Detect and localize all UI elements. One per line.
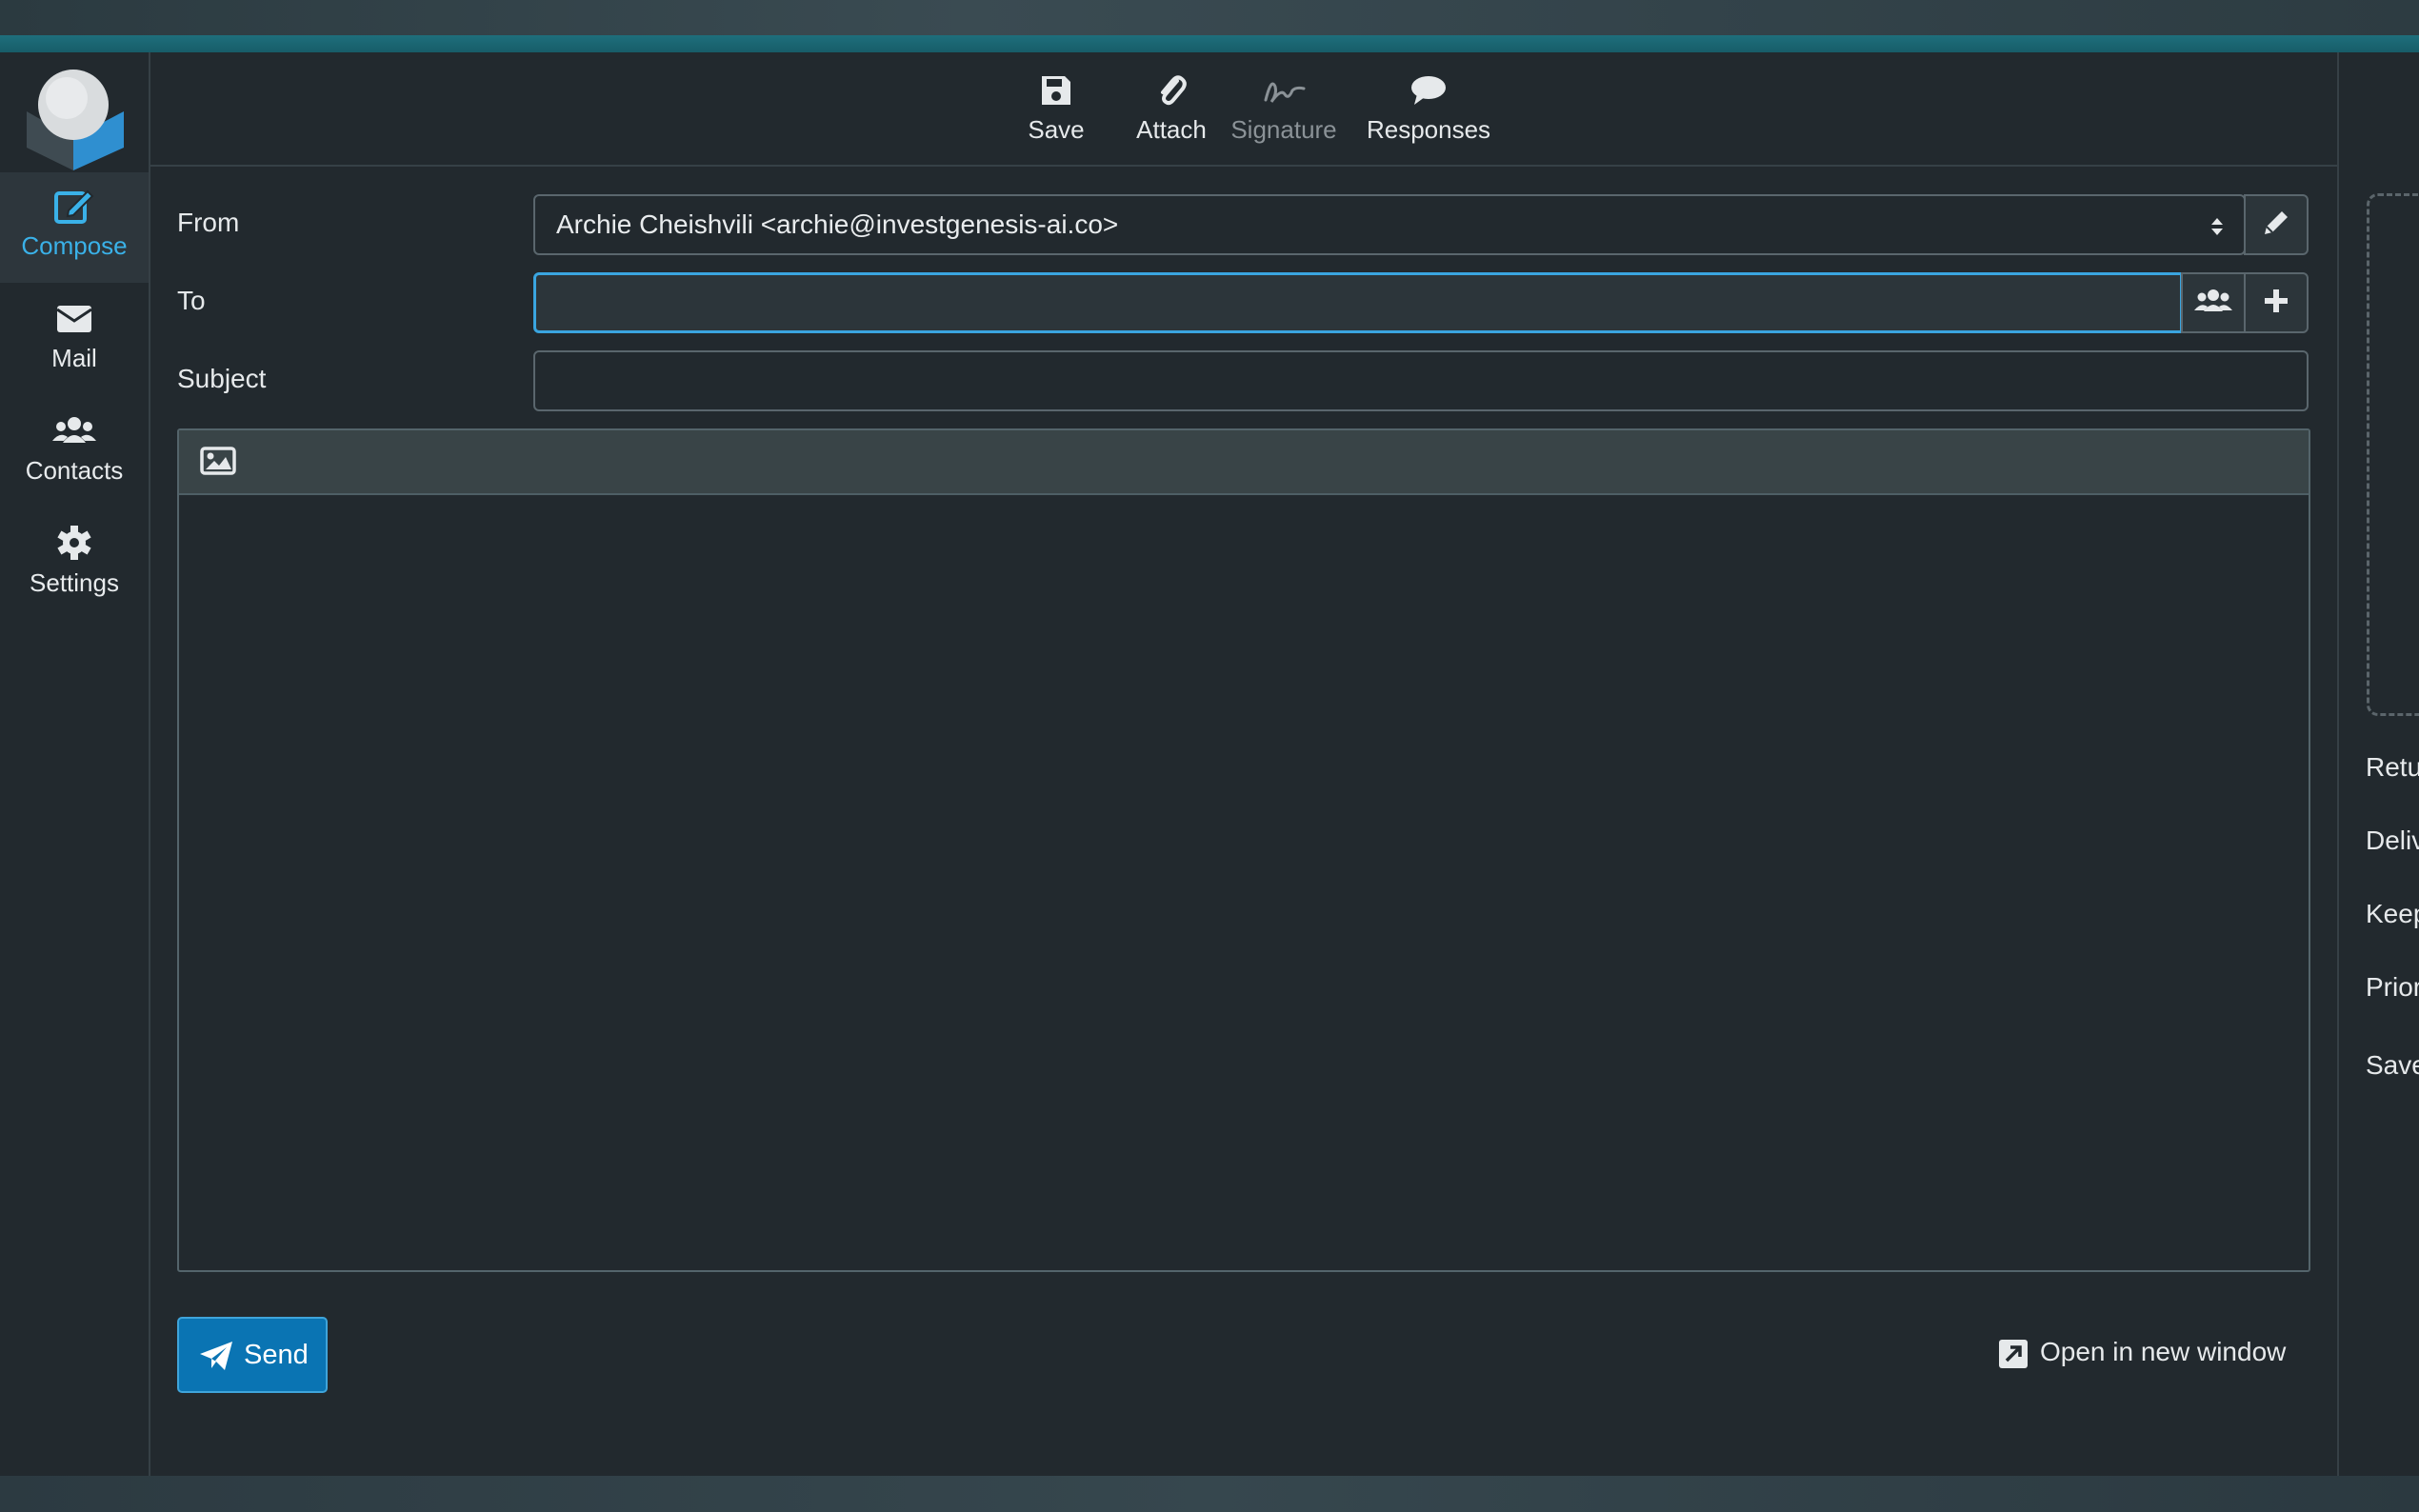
- send-button[interactable]: Send: [177, 1317, 328, 1393]
- sidebar-item-label: Compose: [21, 231, 128, 260]
- plus-icon: [2263, 288, 2289, 319]
- from-select[interactable]: Archie Cheishvili <archie@investgenesis-…: [533, 194, 2246, 255]
- add-header-button[interactable]: [2244, 272, 2309, 333]
- browser-top-bar: [0, 0, 2419, 35]
- subject-label: Subject: [177, 364, 267, 393]
- main-right-divider: [2337, 52, 2339, 1476]
- save-icon: [1018, 73, 1094, 111]
- responses-label: Responses: [1366, 115, 1491, 144]
- to-label: To: [177, 286, 206, 315]
- compose-toolbar: Save Attach Signature Responses: [150, 52, 2337, 167]
- address-book-button[interactable]: [2181, 272, 2246, 333]
- option-keep-formatting: Keep: [2366, 899, 2419, 928]
- open-new-window-label: Open in new window: [2040, 1337, 2287, 1366]
- sidebar: Compose Mail Contacts Settings: [0, 52, 150, 1476]
- gear-icon: [0, 509, 149, 567]
- image-icon[interactable]: [200, 446, 236, 481]
- subject-input[interactable]: [533, 350, 2309, 411]
- save-label: Save: [1028, 115, 1085, 144]
- compose-icon: [0, 172, 149, 229]
- sidebar-item-settings[interactable]: Settings: [0, 509, 149, 620]
- send-label: Send: [244, 1340, 309, 1370]
- attach-button[interactable]: Attach: [1129, 73, 1214, 145]
- option-delivery-status: Deliv: [2366, 826, 2419, 855]
- sidebar-item-compose[interactable]: Compose: [0, 172, 149, 283]
- mail-icon: [0, 285, 149, 342]
- option-priority: Prior: [2366, 972, 2419, 1002]
- sidebar-item-contacts[interactable]: Contacts: [0, 397, 149, 507]
- option-return-receipt: Retu: [2366, 752, 2419, 782]
- sidebar-item-mail[interactable]: Mail: [0, 285, 149, 395]
- sidebar-item-label: Mail: [51, 344, 97, 372]
- comment-icon: [1349, 73, 1508, 111]
- pencil-icon: [2261, 208, 2291, 243]
- contacts-group-icon: [2193, 287, 2233, 320]
- signature-icon: [1224, 73, 1344, 111]
- header-accent-line: [0, 35, 2419, 52]
- app-logo[interactable]: [23, 62, 124, 171]
- bottom-bar: [0, 1476, 2419, 1512]
- attach-label: Attach: [1136, 115, 1207, 144]
- editor-toolbar: [179, 430, 2309, 495]
- signature-label: Signature: [1230, 115, 1337, 144]
- from-value: Archie Cheishvili <archie@investgenesis-…: [556, 209, 1119, 239]
- select-arrows-icon: [2209, 215, 2225, 243]
- external-link-icon: [1998, 1339, 2029, 1374]
- signature-button[interactable]: Signature: [1224, 73, 1344, 145]
- paperclip-icon: [1129, 73, 1214, 111]
- to-input[interactable]: [533, 272, 2183, 333]
- option-save-sent: Save: [2366, 1050, 2419, 1080]
- message-editor[interactable]: [177, 428, 2310, 1272]
- from-label: From: [177, 208, 240, 237]
- sidebar-item-label: Contacts: [25, 456, 124, 485]
- contacts-icon: [0, 397, 149, 454]
- save-button[interactable]: Save: [1018, 73, 1094, 145]
- attachment-drop-zone[interactable]: [2367, 193, 2419, 716]
- responses-button[interactable]: Responses: [1349, 73, 1508, 145]
- edit-identity-button[interactable]: [2244, 194, 2309, 255]
- paper-plane-icon: [198, 1340, 234, 1377]
- sidebar-item-label: Settings: [30, 568, 119, 597]
